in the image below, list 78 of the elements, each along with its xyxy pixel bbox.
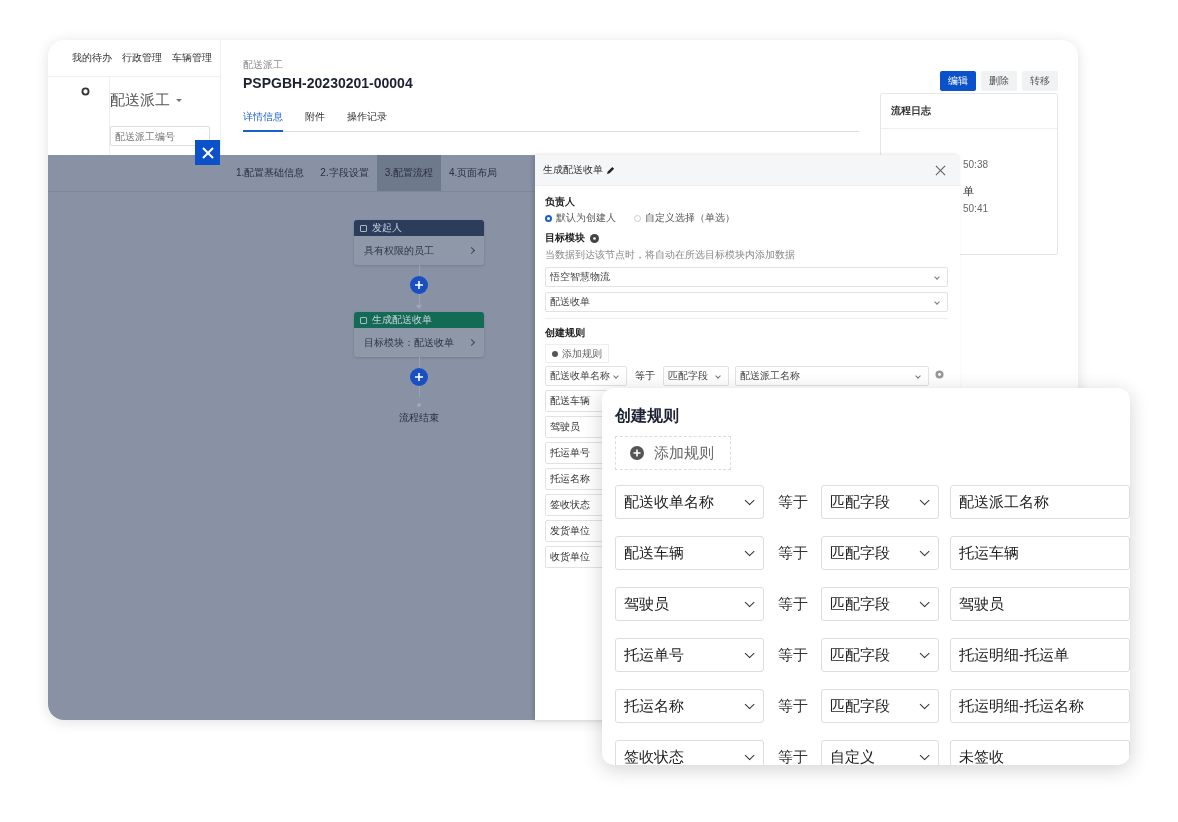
log-entry-time: 50:38 (963, 159, 990, 170)
field-label: 负责人 (545, 195, 576, 209)
operator-label: 等于 (635, 369, 655, 383)
action-button[interactable]: 转移 (1022, 71, 1058, 91)
radio-option[interactable]: 默认为创建人 (545, 211, 616, 225)
select-field[interactable]: 匹配字段 (821, 638, 939, 672)
operator-label: 等于 (776, 645, 809, 665)
pencil-icon[interactable] (606, 165, 615, 175)
step-tab[interactable]: 2.字段设置 (312, 155, 377, 191)
add-node-icon[interactable] (410, 276, 428, 294)
log-entry-time: 50:41 (963, 203, 990, 214)
hint-text: 当数据到达该节点时，将自动在所选目标模块内添加数据 (545, 248, 796, 262)
drawer-title: 生成配送收单 (543, 163, 603, 177)
section-title: 创建规则 (615, 406, 680, 426)
select-field[interactable]: 匹配字段 (821, 587, 939, 621)
tab[interactable]: 附件 (305, 107, 325, 130)
list-title: 配送派工 (110, 91, 170, 110)
nav-item[interactable]: 行政管理 (122, 51, 162, 65)
action-button[interactable]: 编辑 (940, 71, 976, 91)
radio-option[interactable]: 自定义选择（单选） (634, 211, 735, 225)
operator-label: 等于 (776, 594, 809, 614)
node-icon (360, 224, 367, 232)
select-field[interactable]: 托运车辆 (950, 536, 1130, 570)
plus-icon (630, 446, 644, 460)
search-field[interactable]: 配送派工编号 (110, 126, 210, 146)
select-field[interactable]: 匹配字段 (821, 536, 939, 570)
close-button[interactable] (195, 140, 220, 165)
flow-end-label: 流程结束 (399, 411, 439, 425)
select-field[interactable]: 配送收单名称 (615, 485, 764, 519)
select-field[interactable]: 配送车辆 (615, 536, 764, 570)
operator-label: 等于 (776, 543, 809, 563)
node-icon (360, 316, 367, 324)
node-label: 具有权限的员工 (364, 243, 434, 258)
select-field[interactable]: 匹配字段 (821, 689, 939, 723)
operator-label: 等于 (776, 696, 809, 716)
select-field[interactable]: 托运明细-托运名称 (950, 689, 1130, 723)
flow-node[interactable]: 发起人 具有权限的员工 (354, 220, 484, 265)
tab[interactable]: 详情信息 (243, 107, 283, 132)
select-field[interactable]: 匹配字段 (663, 366, 729, 386)
node-title: 生成配送收单 (372, 313, 432, 327)
add-rule-button[interactable]: 添加规则 (545, 344, 609, 363)
tab[interactable]: 操作记录 (347, 107, 387, 130)
select-field[interactable]: 配送派工名称 (950, 485, 1130, 519)
field-label: 创建规则 (545, 326, 586, 340)
close-icon (201, 146, 214, 159)
operator-label: 等于 (776, 492, 809, 512)
nav-item[interactable]: 我的待办 (72, 51, 112, 65)
caret-icon[interactable] (176, 99, 182, 102)
node-label: 目标模块：配送收单 (364, 335, 454, 350)
add-rule-button[interactable]: 添加规则 (615, 436, 731, 470)
select-field[interactable]: 匹配字段 (821, 485, 939, 519)
step-tab[interactable]: 1.配置基础信息 (228, 155, 313, 191)
select-field[interactable]: 托运明细-托运单 (950, 638, 1130, 672)
select-field[interactable]: 托运名称 (615, 689, 764, 723)
close-icon[interactable] (935, 164, 946, 176)
add-node-icon[interactable] (410, 368, 428, 386)
log-entry-title: 单 (963, 184, 975, 199)
field-label: 目标模块 (545, 231, 585, 245)
step-tab[interactable]: 4.页面布局 (441, 155, 506, 191)
nav-item[interactable]: 车辆管理 (172, 51, 212, 65)
settings-icon[interactable] (81, 87, 90, 96)
select-field[interactable]: 未签收 (950, 740, 1130, 765)
help-icon[interactable] (590, 233, 599, 243)
select-field[interactable]: 托运单号 (615, 638, 764, 672)
select-field[interactable]: 悟空智慧物流 (545, 267, 948, 287)
select-field[interactable]: 签收状态 (615, 740, 764, 765)
operator-label: 等于 (776, 747, 809, 765)
action-button[interactable]: 删除 (981, 71, 1017, 91)
select-field[interactable]: 配送收单 (545, 292, 948, 312)
log-title: 流程日志 (881, 94, 1057, 129)
select-field[interactable]: 驾驶员 (950, 587, 1130, 621)
select-field[interactable]: 驾驶员 (615, 587, 764, 621)
flow-node[interactable]: 生成配送收单 目标模块：配送收单 (354, 312, 484, 357)
node-title: 发起人 (372, 221, 402, 235)
breadcrumb: 配送派工 (243, 58, 284, 72)
record-title: PSPGBH-20230201-00004 (243, 75, 413, 91)
select-field[interactable]: 配送派工名称 (735, 366, 929, 386)
select-field[interactable]: 自定义 (821, 740, 939, 765)
